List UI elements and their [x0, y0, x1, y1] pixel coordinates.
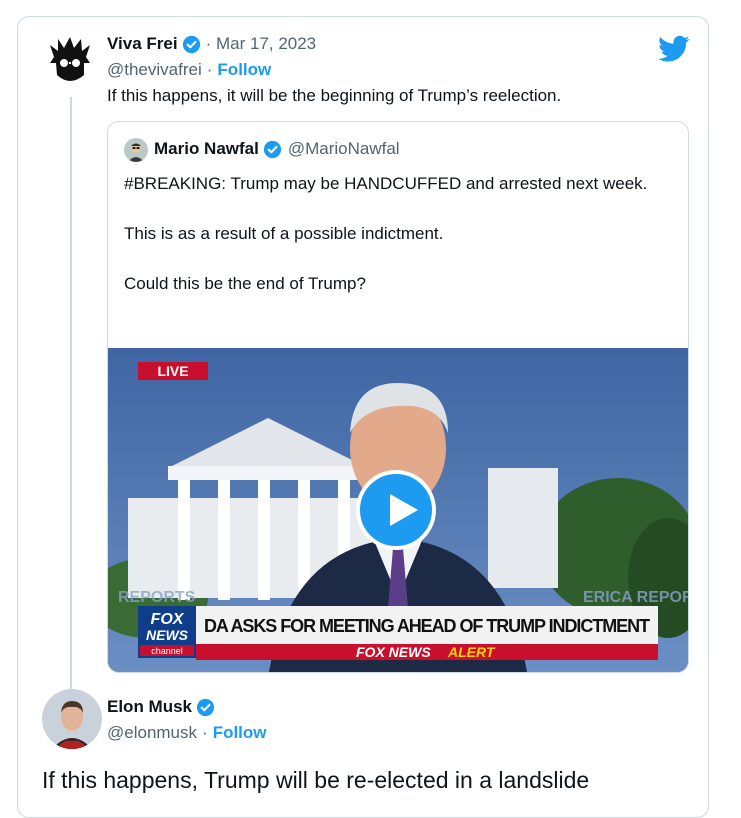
play-icon[interactable]: [356, 470, 436, 550]
author-handle[interactable]: @thevivafrei: [107, 60, 202, 80]
twitter-bird-icon[interactable]: [658, 35, 690, 63]
viva-frei-name-row: Viva Frei · Mar 17, 2023: [107, 34, 316, 54]
viva-frei-handle-row: @thevivafrei · Follow: [107, 60, 271, 80]
thread-connector-line: [70, 97, 72, 697]
quoted-name-row: Mario Nawfal @MarioNawfal: [154, 139, 400, 159]
reply-author-handle[interactable]: @elonmusk: [107, 723, 197, 743]
follow-button[interactable]: Follow: [213, 723, 267, 743]
separator-dot: ·: [206, 60, 213, 79]
embedded-tweet-card: Viva Frei · Mar 17, 2023 @thevivafrei · …: [17, 16, 709, 818]
quoted-paragraph-3: Could this be the end of Trump?: [124, 274, 366, 293]
verified-badge-icon: [196, 698, 215, 717]
quoted-tweet-text: #BREAKING: Trump may be HANDCUFFED and a…: [124, 171, 664, 321]
bg-text-right: ERICA REPOR: [583, 589, 688, 606]
quoted-paragraph-1: #BREAKING: Trump may be HANDCUFFED and a…: [124, 174, 648, 193]
quoted-author-name: Mario Nawfal: [154, 139, 259, 158]
mario-nawfal-avatar: [124, 138, 148, 162]
verified-badge-icon: [182, 35, 201, 54]
separator-dot: ·: [202, 723, 208, 742]
fox-logo-line1: FOX: [151, 611, 185, 628]
follow-button[interactable]: Follow: [217, 60, 271, 80]
quoted-author-handle: @MarioNawfal: [287, 139, 400, 158]
reply-tweet-text: If this happens, Trump will be re-electe…: [42, 767, 590, 793]
quoted-tweet[interactable]: Mario Nawfal @MarioNawfal #BREAKING: Tru…: [107, 121, 689, 673]
tweet-date[interactable]: · Mar 17, 2023: [206, 34, 317, 54]
video-player[interactable]: LIVE REPORTS ERICA REPOR FOX NEWS channe…: [108, 348, 688, 672]
quoted-paragraph-2: This is as a result of a possible indict…: [124, 224, 444, 243]
alert-word: ALERT: [447, 644, 496, 660]
live-badge: LIVE: [157, 363, 188, 379]
author-name[interactable]: Viva Frei: [107, 34, 178, 54]
reply-author-name[interactable]: Elon Musk: [107, 697, 192, 717]
elon-musk-handle-row: @elonmusk · Follow: [107, 723, 267, 743]
tweet-text: If this happens, it will be the beginnin…: [107, 86, 562, 105]
elon-musk-avatar[interactable]: [42, 689, 102, 749]
viva-frei-avatar[interactable]: [44, 35, 96, 87]
verified-badge-icon: [263, 140, 282, 159]
alert-prefix: FOX NEWS: [356, 644, 431, 660]
elon-musk-name-row: Elon Musk: [107, 697, 215, 717]
news-headline: DA ASKS FOR MEETING AHEAD OF TRUMP INDIC…: [204, 616, 650, 636]
fox-logo-line2: NEWS: [146, 627, 189, 643]
fox-logo-line3: channel: [151, 646, 183, 656]
bg-text-left: REPORTS: [118, 589, 196, 606]
